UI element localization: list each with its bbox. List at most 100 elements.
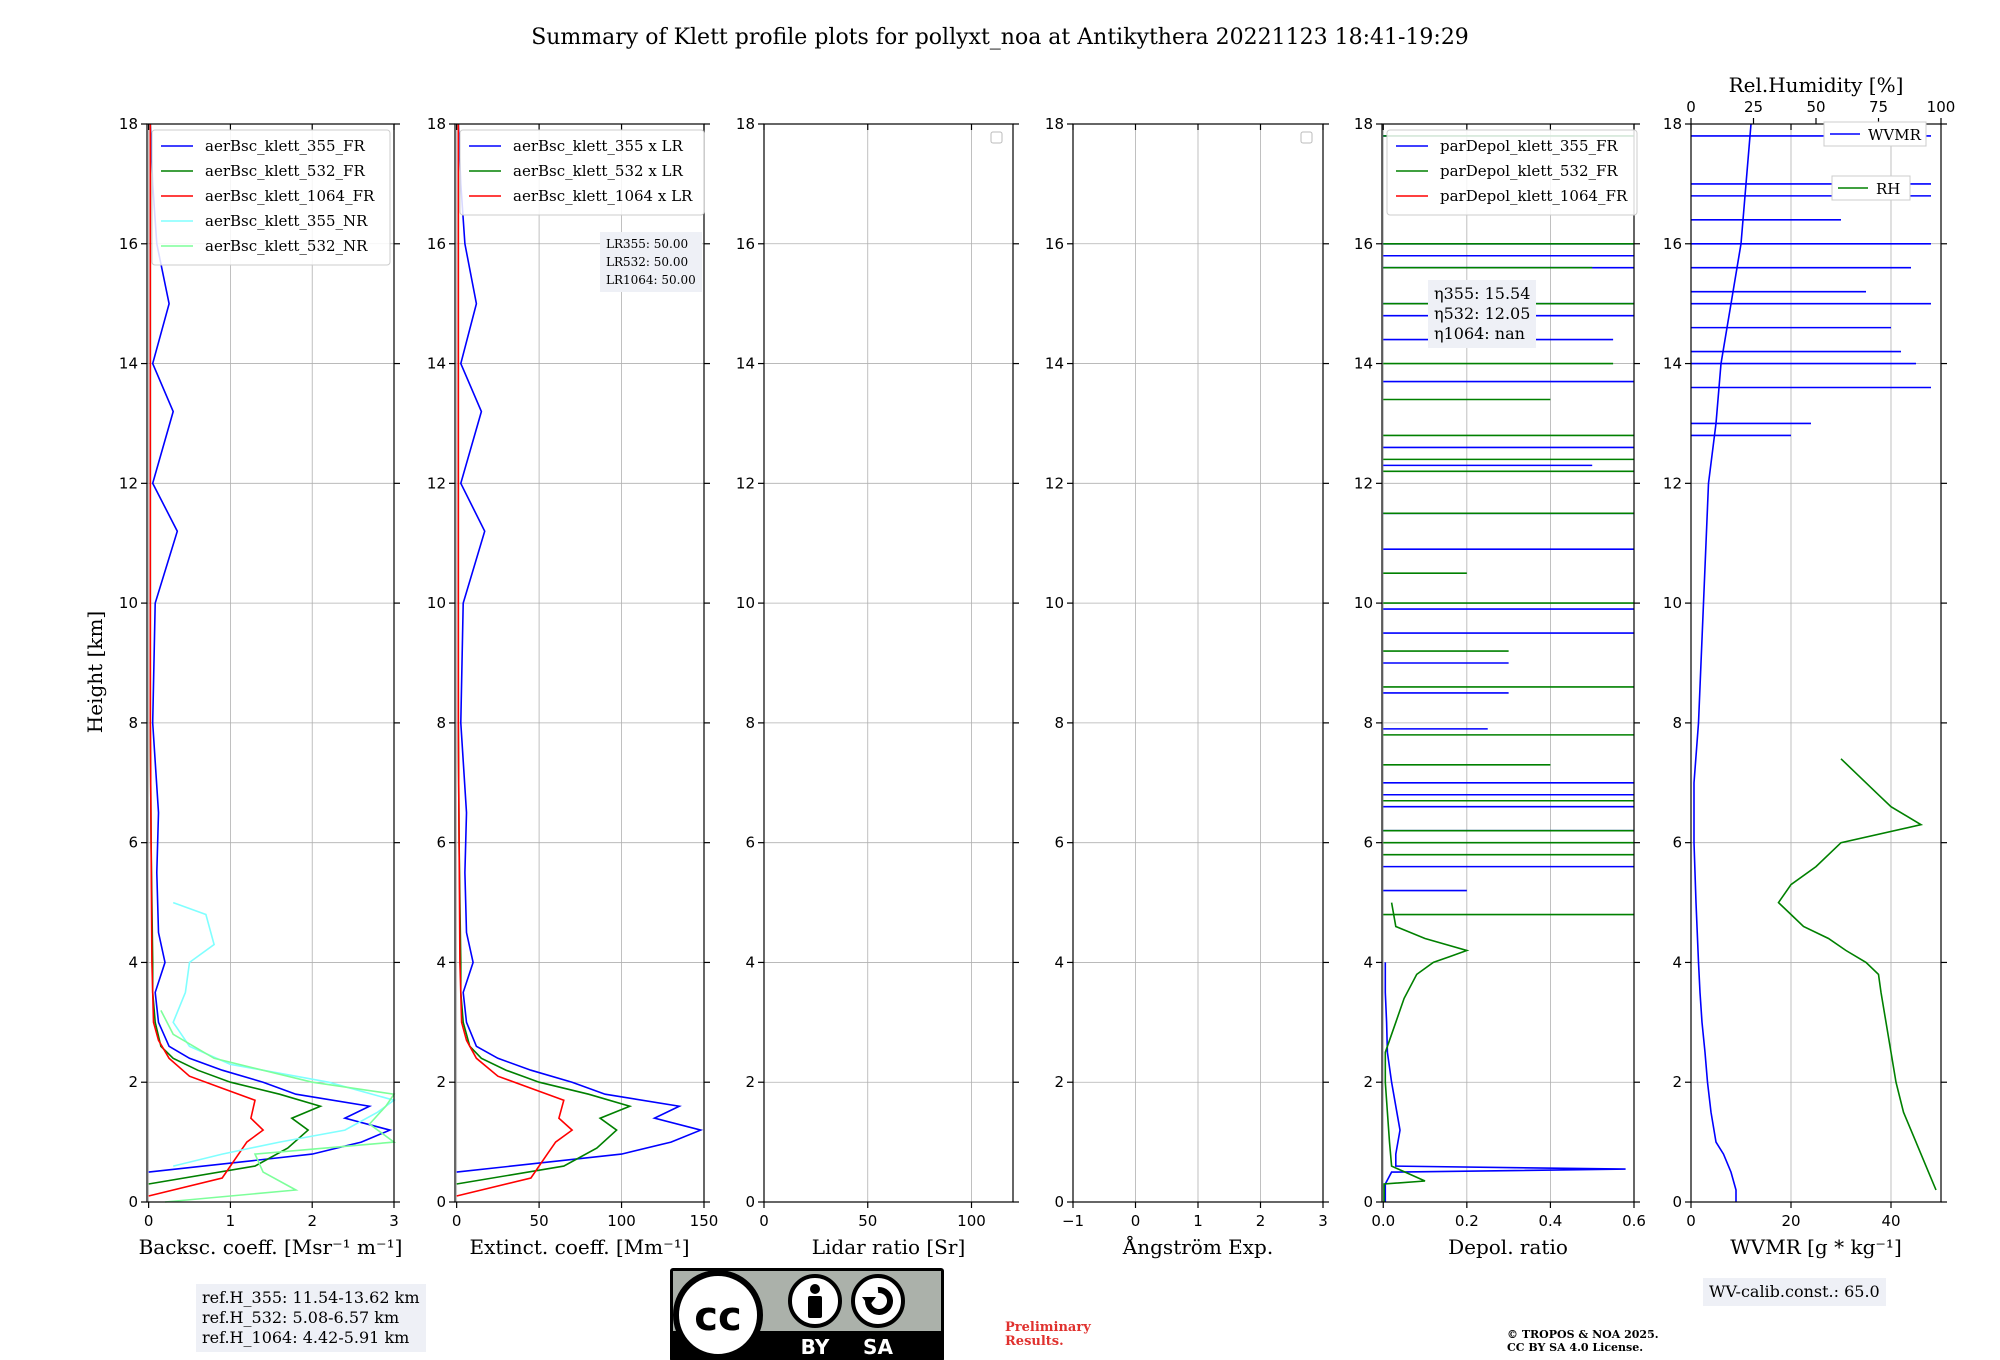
- sa-share-alike-icon: [851, 1274, 905, 1328]
- x-tick-label: 0.6: [1622, 1212, 1646, 1230]
- legend-label: aerBsc_klett_532 x LR: [513, 162, 684, 180]
- badge-by-text: BY: [801, 1335, 830, 1359]
- y-tick-label: 14: [1354, 355, 1373, 373]
- x-tick-label: 0: [144, 1212, 154, 1230]
- series-WVMR: [1691, 123, 1931, 1202]
- y-tick-label: 6: [745, 834, 755, 852]
- x-tick-label: 0: [759, 1212, 769, 1230]
- y-tick-label: 6: [128, 834, 138, 852]
- x-tick-label: 2: [1256, 1212, 1266, 1230]
- badge-sa-text: SA: [863, 1335, 893, 1359]
- panel-backscatter: 0 1 2 3024681012141618Backsc. coeff. [Msr⁻¹…: [119, 115, 402, 1259]
- panel-frame: [763, 123, 1014, 1203]
- series-RH: [1777, 758, 1937, 1191]
- y-tick-label: 18: [1663, 115, 1682, 133]
- y-tick-label: 4: [436, 953, 446, 971]
- copyright-line-2: CC BY SA 4.0 License.: [1507, 1341, 1644, 1354]
- x-tick-label: 1: [226, 1212, 236, 1230]
- lidar-ratio-annotation: LR355: 50.00 LR532: 50.00 LR1064: 50.00: [600, 232, 702, 292]
- y-tick-label: 8: [128, 714, 138, 732]
- x-tick-label: −1: [1062, 1212, 1084, 1230]
- series-aerBsc_klett_355_NR: [172, 901, 396, 1167]
- x-tick-label: 100: [607, 1212, 636, 1230]
- x-tick-label: 0.4: [1538, 1212, 1562, 1230]
- y-tick-label: 8: [1672, 714, 1682, 732]
- x-tick-label: 50: [858, 1212, 877, 1230]
- series-line: [456, 124, 574, 1197]
- panel-wvmr: 0 20 40 0 2 4 6 8 10 12 14 16 18 WVMR [g * kg⁻¹] 0 25 50…: [1663, 73, 1955, 1259]
- x-tick-label: 3: [1318, 1212, 1328, 1230]
- y-tick-label: 12: [119, 474, 138, 492]
- y-tick-label: 6: [1054, 834, 1064, 852]
- lr-1064-text: LR1064: 50.00: [606, 273, 696, 287]
- y-tick-label: 2: [1363, 1073, 1373, 1091]
- ref-h-532-text: ref.H_532: 5.08-6.57 km: [202, 1308, 400, 1327]
- x-tick-label: 50: [530, 1212, 549, 1230]
- eta-1064-text: η1064: nan: [1434, 324, 1525, 343]
- figure-title: Summary of Klett profile plots for polly…: [531, 25, 1469, 50]
- legend-label: aerBsc_klett_355_NR: [205, 212, 368, 230]
- legend-label: aerBsc_klett_532_NR: [205, 237, 368, 255]
- legend-label: WVMR: [1868, 126, 1922, 144]
- series-line: [1693, 123, 1752, 1202]
- panel-frame: [1690, 123, 1942, 1203]
- y-tick-label: 12: [1354, 474, 1373, 492]
- y-tick-label: 8: [1363, 714, 1373, 732]
- legend-label: aerBsc_klett_532_FR: [205, 162, 365, 180]
- eta-annotation: η355: 15.54 η532: 12.05 η1064: nan: [1428, 280, 1537, 348]
- cc-license-badge[interactable]: cc BY SA: [670, 1268, 944, 1360]
- y-tick-label: 10: [1354, 594, 1373, 612]
- y-tick-label: 4: [128, 953, 138, 971]
- x-tick-label: 1: [1193, 1212, 1203, 1230]
- ref-h-355-text: ref.H_355: 11.54-13.62 km: [202, 1288, 420, 1307]
- series-line: [172, 901, 396, 1167]
- eta-532-text: η532: 12.05: [1434, 304, 1531, 323]
- x-tick-label: 3: [389, 1212, 399, 1230]
- y-tick-label: 16: [1663, 235, 1682, 253]
- x-tick-label: 0.2: [1455, 1212, 1479, 1230]
- top-x-tick-label: 100: [1927, 98, 1956, 116]
- empty-legend-box: [1300, 131, 1313, 144]
- x-tick-label: 100: [957, 1212, 986, 1230]
- y-tick-label: 0: [745, 1193, 755, 1211]
- y-tick-label: 8: [1054, 714, 1064, 732]
- top-x-tick-label: 25: [1744, 98, 1763, 116]
- y-tick-label: 4: [1363, 953, 1373, 971]
- y-tick-label: 12: [1045, 474, 1064, 492]
- y-tick-label: 18: [427, 115, 446, 133]
- y-tick-label: 2: [1054, 1073, 1064, 1091]
- x-tick-label: 150: [690, 1212, 719, 1230]
- y-tick-label: 12: [427, 474, 446, 492]
- y-tick-label: 12: [736, 474, 755, 492]
- panel-angstrom: −1 0 1 2 3024681012141618Ångström Exp.: [1045, 115, 1329, 1259]
- x-axis-label: WVMR [g * kg⁻¹]: [1730, 1235, 1902, 1259]
- y-tick-label: 8: [436, 714, 446, 732]
- preliminary-results-note: Preliminary Results.: [1005, 1321, 1091, 1349]
- x-tick-label: 0.0: [1371, 1212, 1395, 1230]
- y-tick-label: 16: [1354, 235, 1373, 253]
- y-tick-label: 14: [1663, 355, 1682, 373]
- legend-label: parDepol_klett_1064_FR: [1440, 187, 1628, 205]
- x-tick-label: 0: [1131, 1212, 1141, 1230]
- preliminary-line-1: Preliminary: [1005, 1320, 1091, 1335]
- cc-icon-text: cc: [694, 1294, 741, 1340]
- eta-355-text: η355: 15.54: [1434, 284, 1531, 303]
- y-tick-label: 10: [427, 594, 446, 612]
- top-x-tick-label: 50: [1806, 98, 1825, 116]
- x-tick-label: 20: [1781, 1212, 1800, 1230]
- y-tick-label: 14: [427, 355, 446, 373]
- legend-label: aerBsc_klett_1064_FR: [205, 187, 375, 205]
- y-tick-label: 0: [1672, 1193, 1682, 1211]
- legend-label: aerBsc_klett_355 x LR: [513, 137, 684, 155]
- y-tick-label: 2: [745, 1073, 755, 1091]
- y-tick-label: 18: [736, 115, 755, 133]
- x-tick-label: 0: [1686, 1212, 1696, 1230]
- y-tick-label: 14: [736, 355, 755, 373]
- y-tick-label: 0: [1054, 1193, 1064, 1211]
- y-tick-label: 16: [736, 235, 755, 253]
- y-tick-label: 0: [1363, 1193, 1373, 1211]
- y-tick-label: 18: [1045, 115, 1064, 133]
- reference-height-box: ref.H_355: 11.54-13.62 km ref.H_532: 5.0…: [196, 1284, 426, 1352]
- y-tick-label: 10: [1045, 594, 1064, 612]
- copyright-note: © TROPOS & NOA 2025. CC BY SA 4.0 Licens…: [1507, 1328, 1659, 1354]
